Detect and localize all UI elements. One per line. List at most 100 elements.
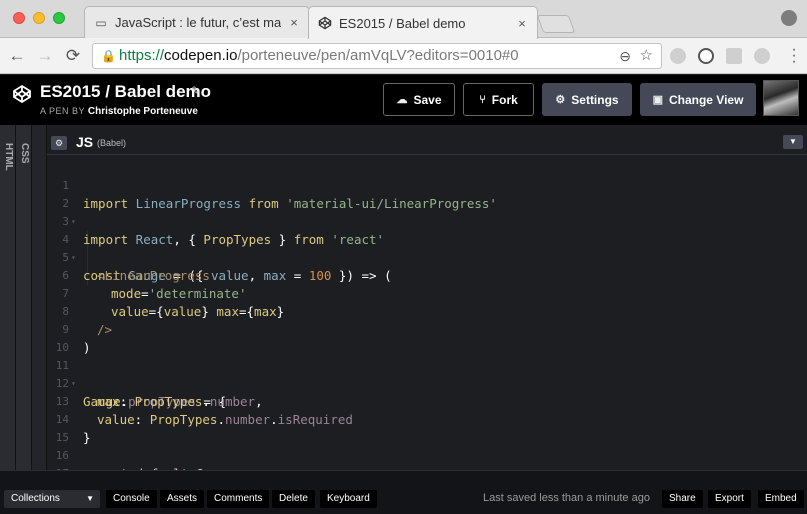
code-line: 5 <LinearProgress — [47, 231, 210, 283]
code-line: 2 ▾ import React, { PropTypes } from 're… — [47, 177, 384, 247]
code-token: value — [111, 304, 149, 319]
code-token: }) => ( — [331, 268, 392, 283]
fork-button[interactable]: ⑂ Fork — [463, 83, 534, 116]
code-line: 15 — [47, 411, 92, 444]
code-token: <LinearProgress — [97, 268, 210, 283]
code-token: max — [216, 304, 239, 319]
tab-title: JavaScript : le futur, c’est main — [115, 15, 281, 30]
code-token: max — [254, 304, 277, 319]
back-icon[interactable]: ← — [6, 45, 28, 67]
close-tab-icon[interactable]: × — [515, 16, 529, 31]
extension-icon[interactable] — [670, 48, 686, 64]
code-line: 17 — [47, 447, 92, 480]
fork-label: Fork — [491, 92, 518, 107]
code-token: . — [217, 412, 225, 427]
codepen-logo-icon[interactable] — [12, 84, 32, 104]
code-token: 'material-ui/LinearProgress' — [278, 196, 497, 211]
code-line: 6 mode='determinate' — [47, 249, 246, 301]
code-token: } — [271, 232, 294, 247]
code-token: , { — [173, 232, 204, 247]
code-token: = — [141, 286, 149, 301]
author-link[interactable]: Christophe Porteneuve — [88, 106, 198, 117]
minimize-window-button[interactable] — [33, 12, 45, 24]
extension-timer-icon[interactable] — [754, 48, 770, 64]
forward-icon[interactable]: → — [34, 45, 56, 67]
embed-button[interactable]: Embed — [758, 490, 804, 508]
code-line: 1 import LinearProgress from 'material-u… — [47, 159, 497, 211]
css-editor-tab[interactable]: CSS — [16, 125, 32, 470]
close-tab-icon[interactable]: × — [287, 15, 301, 30]
codepen-favicon-icon — [317, 15, 333, 31]
code-token: value — [163, 304, 202, 319]
code-token: from — [293, 232, 324, 247]
edit-pencil-icon[interactable]: ✎ — [191, 84, 201, 98]
code-token: , — [248, 268, 264, 283]
code-editor[interactable]: 1 import LinearProgress from 'material-u… — [47, 159, 807, 481]
browser-toolbar: ← → ⟳ 🔒 https://codepen.io/porteneuve/pe… — [0, 38, 807, 74]
code-line: 4 ▾ const Gauge = ({ value, max = 100 })… — [47, 213, 391, 283]
assets-button[interactable]: Assets — [160, 490, 205, 508]
browser-menu-icon[interactable]: · · · — [791, 42, 797, 70]
info-extension-icon[interactable] — [698, 48, 714, 64]
user-avatar[interactable] — [763, 80, 799, 116]
url-host: codepen.io — [164, 47, 238, 64]
code-token: . — [202, 394, 210, 409]
code-token: mode — [111, 286, 142, 301]
editor-area: HTML CSS ⚙ JS (Babel) ▼ 1 import LinearP… — [0, 125, 807, 481]
code-token: } — [201, 304, 217, 319]
browser-tab-babel-demo[interactable]: ES2015 / Babel demo × — [308, 6, 538, 39]
code-line: 8 /> — [47, 285, 112, 337]
code-token: number — [209, 394, 256, 409]
pen-title[interactable]: ES2015 / Babel demo — [40, 82, 211, 102]
delete-button[interactable]: Delete — [272, 490, 315, 508]
share-button[interactable]: Share — [662, 490, 703, 508]
gear-icon: ⚙ — [555, 94, 566, 106]
code-line: 9 ) — [47, 303, 92, 355]
new-tab-button[interactable] — [536, 15, 576, 33]
url-scheme: https:// — [119, 47, 165, 64]
code-token: React — [128, 232, 174, 247]
code-token: 100 — [308, 268, 332, 283]
code-token: PropTypes — [203, 232, 272, 247]
code-token: = — [286, 268, 309, 283]
console-button[interactable]: Console — [106, 490, 157, 508]
change-view-button[interactable]: ▣ Change View — [640, 83, 756, 116]
code-token: /> — [97, 322, 113, 337]
css-tab-label: CSS — [19, 143, 30, 164]
extension-grid-icon[interactable] — [726, 48, 742, 64]
zoom-icon[interactable]: ⊖ — [619, 44, 631, 68]
profile-icon[interactable] — [781, 10, 797, 26]
html-editor-tab[interactable]: HTML — [0, 125, 16, 470]
code-token: ={ — [148, 304, 164, 319]
fork-icon: ⑂ — [479, 93, 486, 106]
pen-header: ES2015 / Babel demo ✎ A PEN BY Christoph… — [0, 75, 807, 125]
comments-button[interactable]: Comments — [207, 490, 270, 508]
address-bar[interactable]: 🔒 https://codepen.io/porteneuve/pen/amVq… — [92, 43, 662, 69]
code-token: . — [270, 412, 278, 427]
code-token: LinearProgress — [128, 196, 249, 211]
code-line: 10 — [47, 321, 92, 354]
pen-author-line: A PEN BY Christophe Porteneuve — [40, 106, 198, 117]
page-icon: ▭ — [95, 15, 107, 30]
settings-button[interactable]: ⚙ Settings — [542, 83, 632, 116]
export-button[interactable]: Export — [708, 490, 751, 508]
code-token: : — [119, 394, 135, 409]
code-token: , — [255, 394, 263, 409]
browser-tab-javascript[interactable]: ▭ JavaScript : le futur, c’est main × — [84, 6, 310, 38]
close-window-button[interactable] — [13, 12, 25, 24]
code-token: value — [97, 412, 135, 427]
save-button[interactable]: ☁ Save — [383, 83, 455, 116]
code-token: } — [276, 304, 285, 319]
code-token: ={ — [238, 304, 255, 319]
code-line: 3 — [47, 195, 92, 228]
keyboard-button[interactable]: Keyboard — [320, 490, 377, 508]
code-line: 7 value={value} max={max} — [47, 267, 284, 319]
editor-gutter-divider[interactable] — [32, 125, 47, 470]
last-saved-status: Last saved less than a minute ago — [483, 492, 650, 504]
bookmark-star-icon[interactable]: ☆ — [640, 44, 653, 68]
js-settings-gear-icon[interactable]: ⚙ — [51, 136, 67, 150]
collections-dropdown[interactable]: Collections ▼ — [4, 490, 100, 508]
chevron-down-icon[interactable]: ▼ — [783, 135, 803, 149]
reload-icon[interactable]: ⟳ — [62, 45, 84, 67]
zoom-window-button[interactable] — [53, 12, 65, 24]
